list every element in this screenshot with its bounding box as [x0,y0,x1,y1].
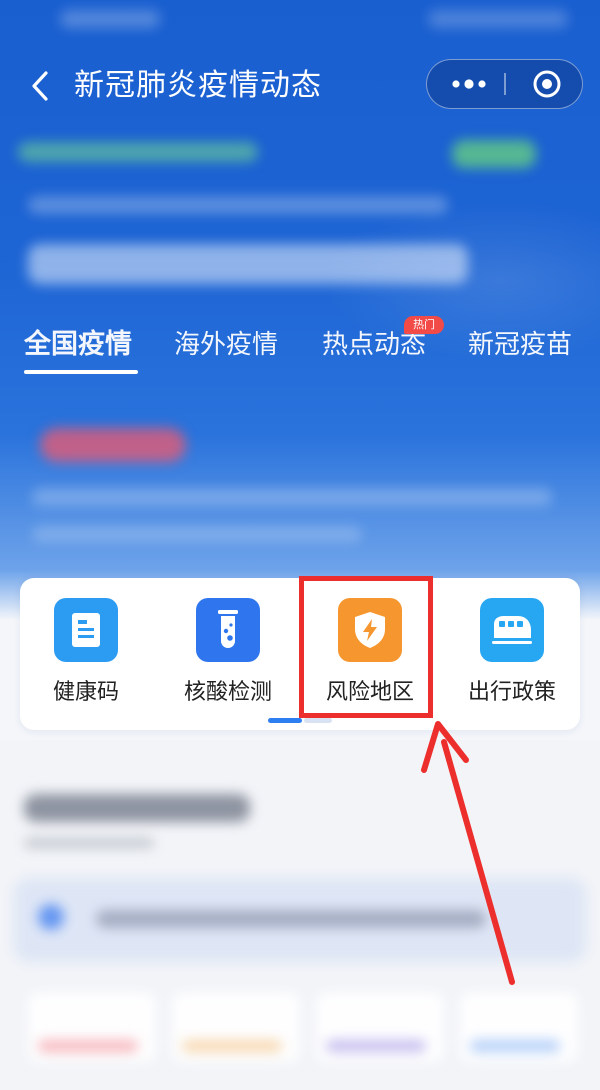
more-button[interactable] [449,60,489,107]
alert-text-blurred [32,526,362,542]
banner-line-blurred [18,142,258,162]
back-button[interactable] [22,66,58,106]
alert-tag-blurred [40,428,186,462]
tab-overseas[interactable]: 海外疫情 [174,320,278,370]
banner-button-blurred [452,140,536,168]
service-label: 核酸检测 [183,680,272,705]
service-label: 健康码 [52,680,119,705]
travel-policy-icon-tile [480,598,544,662]
banner-subtitle-blurred [28,196,448,214]
alert-text-blurred [32,488,552,506]
chevron-left-icon [32,71,48,101]
pager-dot [304,718,332,723]
health-code-icon-tile [54,598,118,662]
section-heading-blurred [24,794,250,822]
nucleic-test-icon-tile [196,598,260,662]
stat-value-blurred [182,1040,282,1052]
more-dots-icon [452,78,486,89]
close-mini-program-button[interactable] [527,60,567,107]
status-bar-indicators-blurred [428,10,568,28]
page: 新冠肺炎疫情动态 全国疫情 海外疫情 热点动态 新冠疫苗 热门 健康码 核酸检测… [0,0,600,1090]
service-label: 出行政策 [467,680,556,705]
tab-national[interactable]: 全国疫情 [24,320,132,370]
service-health-code[interactable]: 健康码 [20,578,160,718]
section-subtitle-blurred [24,838,154,848]
stat-value-blurred [470,1040,560,1052]
service-nucleic-test[interactable]: 核酸检测 [162,578,302,718]
service-travel-policy[interactable]: 出行政策 [446,578,586,718]
status-bar [0,0,600,44]
hot-badge: 热门 [404,316,444,334]
active-tab-indicator [24,370,138,374]
tab-vaccine[interactable]: 新冠疫苗 [468,320,572,370]
train-icon [492,616,532,644]
mini-program-capsule [426,59,583,109]
page-title: 新冠肺炎疫情动态 [74,68,322,103]
highlight-box [299,576,433,718]
stat-value-blurred [326,1040,426,1052]
status-bar-time-blurred [60,10,160,28]
info-icon-blurred [38,904,64,930]
pager-dot-active [268,718,302,723]
banner-heading-blurred [28,244,468,284]
capsule-divider [504,73,506,95]
info-text-blurred [96,910,486,928]
document-icon [72,613,100,647]
test-tube-icon [218,610,238,648]
tab-bar: 全国疫情 海外疫情 热点动态 新冠疫苗 [0,320,600,376]
target-circle-icon [533,70,561,97]
stat-value-blurred [38,1040,138,1052]
